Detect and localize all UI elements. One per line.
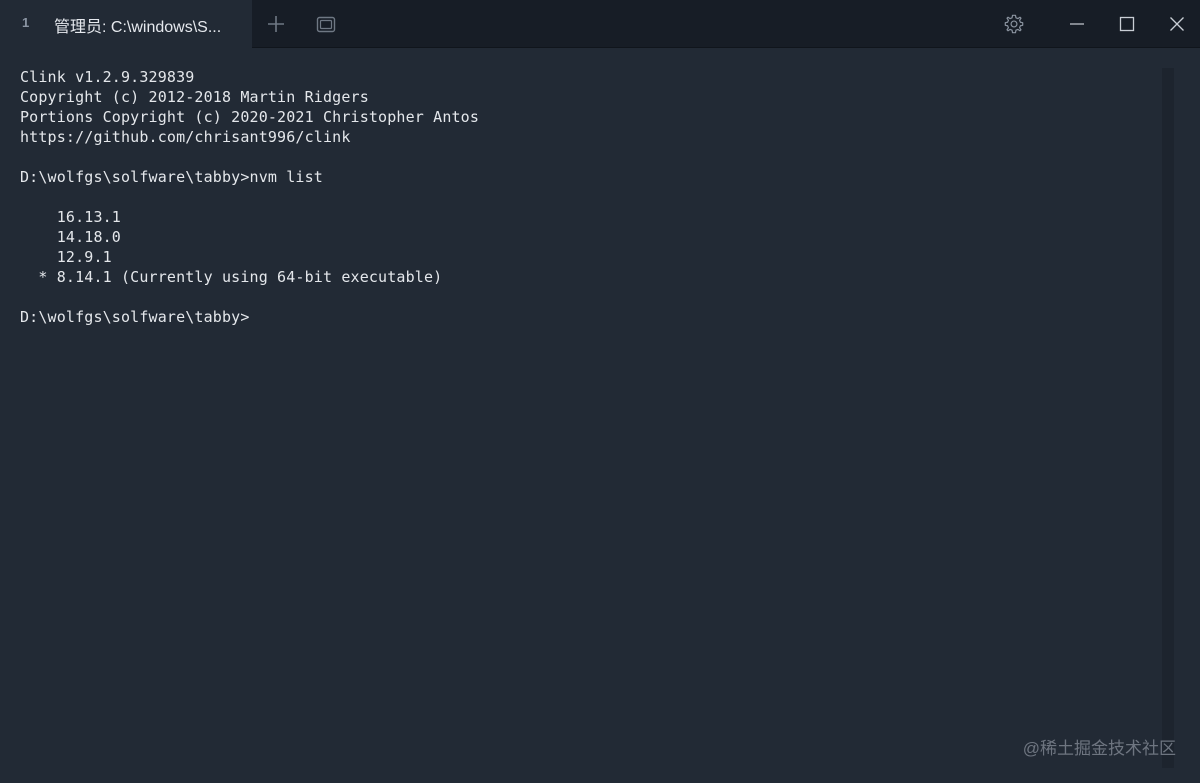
terminal-area[interactable]: Clink v1.2.9.329839 Copyright (c) 2012-20… [0,48,1200,783]
close-button[interactable] [1161,8,1193,40]
terminal-line: 16.13.1 [20,208,121,226]
title-bar: 1 管理员: C:\windows\S... [0,0,1200,48]
tab-title: 管理员: C:\windows\S... [54,19,222,36]
terminal-line: D:\wolfgs\solfware\tabby> [20,308,250,326]
gear-icon [1003,13,1025,35]
terminal-line: https://github.com/chrisant996/clink [20,128,351,146]
terminal-scrollbar[interactable] [1162,68,1174,768]
terminal-line: Clink v1.2.9.329839 [20,68,195,86]
window-stack-icon [315,14,337,34]
tab-index: 1 [22,15,30,30]
terminal-line: 12.9.1 [20,248,112,266]
terminal-line: D:\wolfgs\solfware\tabby>nvm list [20,168,323,186]
terminal-output: Clink v1.2.9.329839 Copyright (c) 2012-20… [20,67,479,327]
terminal-line: 14.18.0 [20,228,121,246]
maximize-icon [1119,16,1135,32]
terminal-line: Portions Copyright (c) 2020-2021 Christo… [20,108,480,126]
settings-button[interactable] [998,8,1030,40]
terminal-line: * 8.14.1 (Currently using 64-bit executa… [20,268,443,286]
new-tab-button[interactable] [260,8,292,40]
tab-overview-button[interactable] [310,8,342,40]
minimize-button[interactable] [1061,8,1093,40]
close-icon [1169,16,1185,32]
terminal-line: Copyright (c) 2012-2018 Martin Ridgers [20,88,369,106]
plus-icon [266,14,286,34]
watermark: @稀土掘金技术社区 [1022,739,1176,758]
terminal-tab[interactable]: 1 管理员: C:\windows\S... [0,0,252,48]
maximize-button[interactable] [1111,8,1143,40]
minimize-icon [1069,16,1085,32]
